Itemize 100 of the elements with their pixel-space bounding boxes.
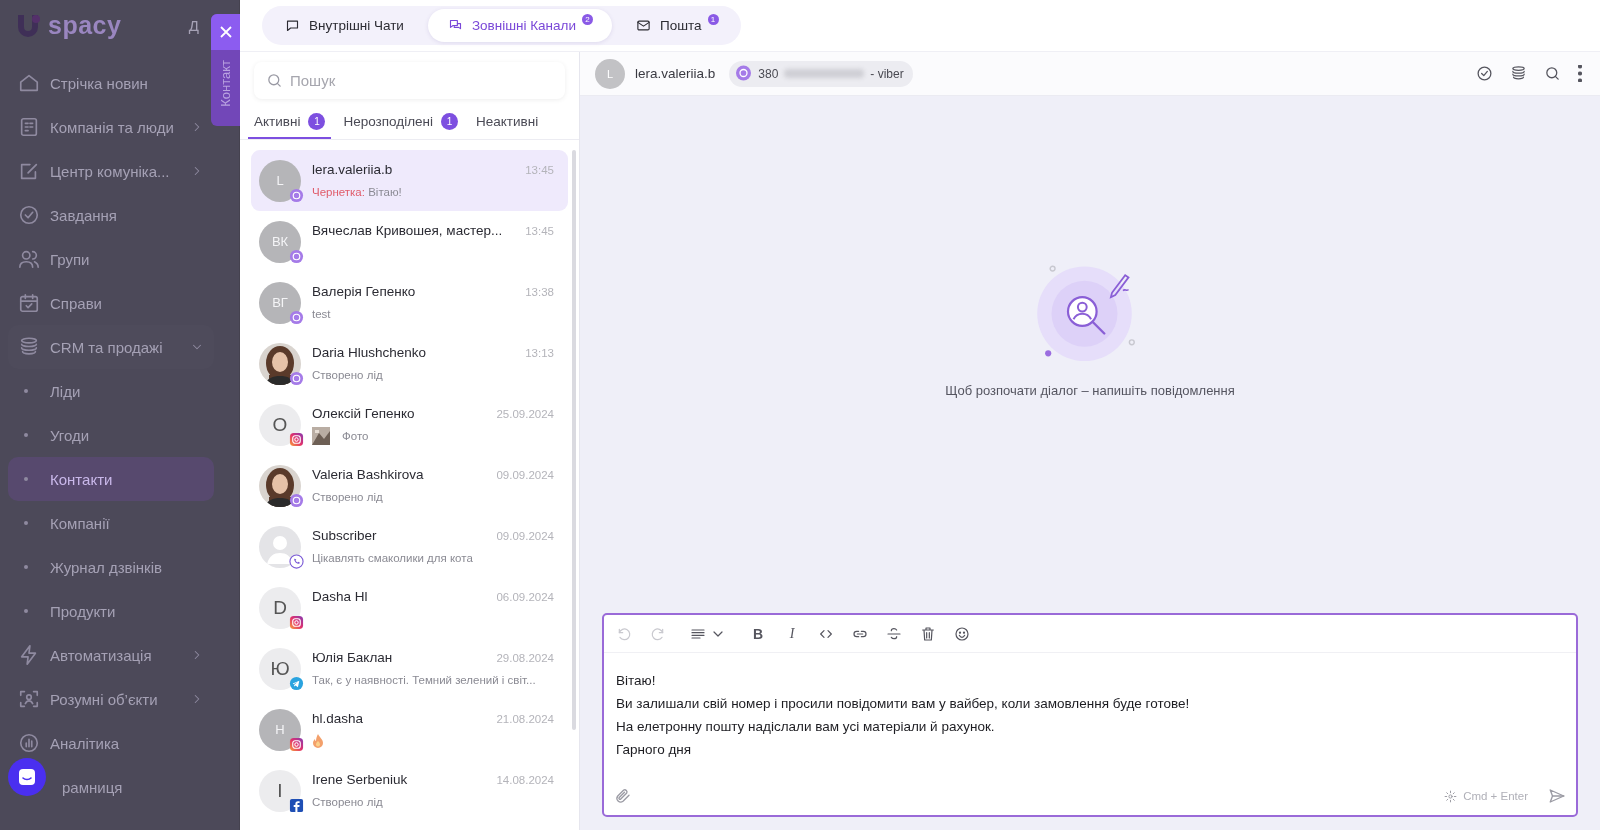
sidebar-item[interactable]: Групи [8,237,214,281]
chat-list-item[interactable]: I Irene Serbeniuk 14.08.2024 Створено лід [251,760,568,821]
message-time: 06.09.2024 [496,590,554,603]
phone-bubble-icon [289,553,304,569]
channel-tab[interactable]: Пошта 1 [615,9,738,42]
chat-list-item[interactable]: Subscriber 09.09.2024 Цікавлять смаколики для кота [251,516,568,577]
chat-list-item[interactable]: О Олексій Гепенко 25.09.2024 Фото [251,394,568,455]
settings-button[interactable] [1444,789,1458,803]
sidebar-item[interactable]: Центр комуніка... [8,149,214,193]
bullet-icon [24,433,28,437]
sidebar-item[interactable]: Стрічка новин [8,61,214,105]
contact-name: Daria Hlushchenko [312,344,427,360]
avatar: Ю [259,647,301,690]
bold-button[interactable]: B [748,621,768,646]
message-time: 13:38 [525,285,554,298]
contact-name: Irene Serbeniuk [312,771,408,787]
avatar: I [259,769,301,812]
settings-icon [1444,789,1458,803]
message-preview: test [312,308,331,320]
message-time: 09.09.2024 [496,529,554,542]
contact-name: lera.valeriia.b [312,161,393,177]
chat-list-item[interactable]: ВГ Валерія Гепенко 13:38 test [251,272,568,333]
channel-tab[interactable]: Зовнішні Канали 2 [427,9,612,42]
chat-list-item[interactable]: ВК Вячеслав Кривошея, мастер... 13:45 [251,211,568,272]
scrollbar[interactable] [572,150,576,730]
bullet-icon [24,521,28,525]
message-preview: Так, є у наявності. Темний зелений і світ... [312,674,536,686]
sidebar-item[interactable]: рамниця [52,765,214,809]
filter-tab[interactable]: Активні 1 [248,106,332,139]
face-scan-icon [18,688,40,710]
undo-icon [616,625,632,642]
sidebar-item[interactable]: Розумні об’єкти [8,677,214,721]
chat-list-item[interactable]: H hl.dasha 21.08.2024 [251,699,568,760]
search-field[interactable]: Пошук [254,62,565,99]
avatar: L [595,58,625,89]
send-icon [1548,787,1566,805]
contact-name: Dasha Hl [312,588,368,604]
empty-state-message: Щоб розпочати діалог – напишіть повідомлення [945,382,1235,398]
bullet-icon [24,477,28,481]
sidebar-item[interactable]: Компанія та люди [8,105,214,149]
user-initial: Д [188,17,199,34]
message-time: 09.09.2024 [496,468,554,481]
mail-icon [635,18,651,33]
emoji-icon [954,625,970,642]
chat-list-item[interactable]: D Dasha Hl 06.09.2024 [251,577,568,638]
document-list-icon [18,116,40,138]
channel-name: - viber [870,66,904,81]
avatar: ВК [259,220,301,263]
users-icon [18,248,40,270]
message-time: 13:45 [525,163,554,176]
filter-tab[interactable]: Неактивні [470,106,545,139]
chat-list-item[interactable]: Daria Hlushchenko 13:13 Створено лід [251,333,568,394]
sidebar-item[interactable]: Журнал дзвінків [8,545,214,589]
chat-support-button[interactable] [8,758,46,796]
sidebar-item[interactable]: Справи [8,281,214,325]
sidebar-item[interactable]: Компанії [8,501,214,545]
italic-button[interactable]: I [782,621,802,646]
avatar: ВГ [259,281,301,324]
message-preview: Створено лід [312,796,383,808]
chat-list-item[interactable]: Ю Юлія Баклан 29.08.2024 Так, є у наявності. Темний зелений і світ... [251,638,568,699]
contact-name: Олексій Гепенко [312,405,415,421]
message-time: 21.08.2024 [496,712,554,725]
message-time: 13:45 [525,224,554,237]
chat-list-item[interactable]: L lera.valeriia.b 13:45 Чернетка: Вітаю! [251,150,568,211]
calendar-icon [18,292,40,314]
chat-list-item[interactable]: Valeria Bashkirova 09.09.2024 Створено лід [251,455,568,516]
message-time: 25.09.2024 [496,407,554,420]
search-button[interactable] [1544,65,1561,82]
sidebar-item[interactable]: Аналітика [8,721,214,765]
filter-tab[interactable]: Нерозподілені 1 [337,106,464,139]
contact-name: Valeria Bashkirova [312,466,424,482]
attach-button[interactable] [614,787,632,805]
channel-tab[interactable]: Внутрішні Чати [265,9,424,42]
sidebar-item[interactable]: Контакти [8,457,214,501]
house-icon [18,72,40,94]
more-icon [1578,65,1582,82]
message-time: 13:13 [525,346,554,359]
bullet-icon [24,389,28,393]
bullet-icon [24,565,28,569]
bullet-icon [24,609,28,613]
send-button[interactable] [1548,787,1566,805]
coins-stack-icon [18,336,40,358]
contact-name: Юлія Баклан [312,649,393,665]
logo-text: spacy [48,11,122,40]
more-button[interactable] [1578,65,1582,82]
coins-stack-button[interactable] [1510,65,1527,82]
message-time: 14.08.2024 [496,773,554,786]
chat-icon [17,767,37,787]
count-badge: 2 [581,14,593,25]
channel-chip[interactable]: 380 - viber [729,60,913,87]
check-circle-button[interactable] [1476,65,1493,82]
check-circle-icon [18,204,40,226]
message-preview: Цікавлять смаколики для кота [312,552,473,564]
contact-name: hl.dasha [312,710,364,726]
message-input-field[interactable]: Вітаю! Ви залишали свій номер і просили повідомити вам у вайбер, коли замовлення буде готове! На елетронну пошту надіслали вам усі матеріали й рахунок. Гарного дня [604,653,1576,777]
telegram-icon [289,675,304,691]
close-button[interactable] [211,14,240,50]
message-preview: Фото [342,430,369,442]
message-time: 29.08.2024 [496,651,554,664]
trash-icon [920,625,936,642]
